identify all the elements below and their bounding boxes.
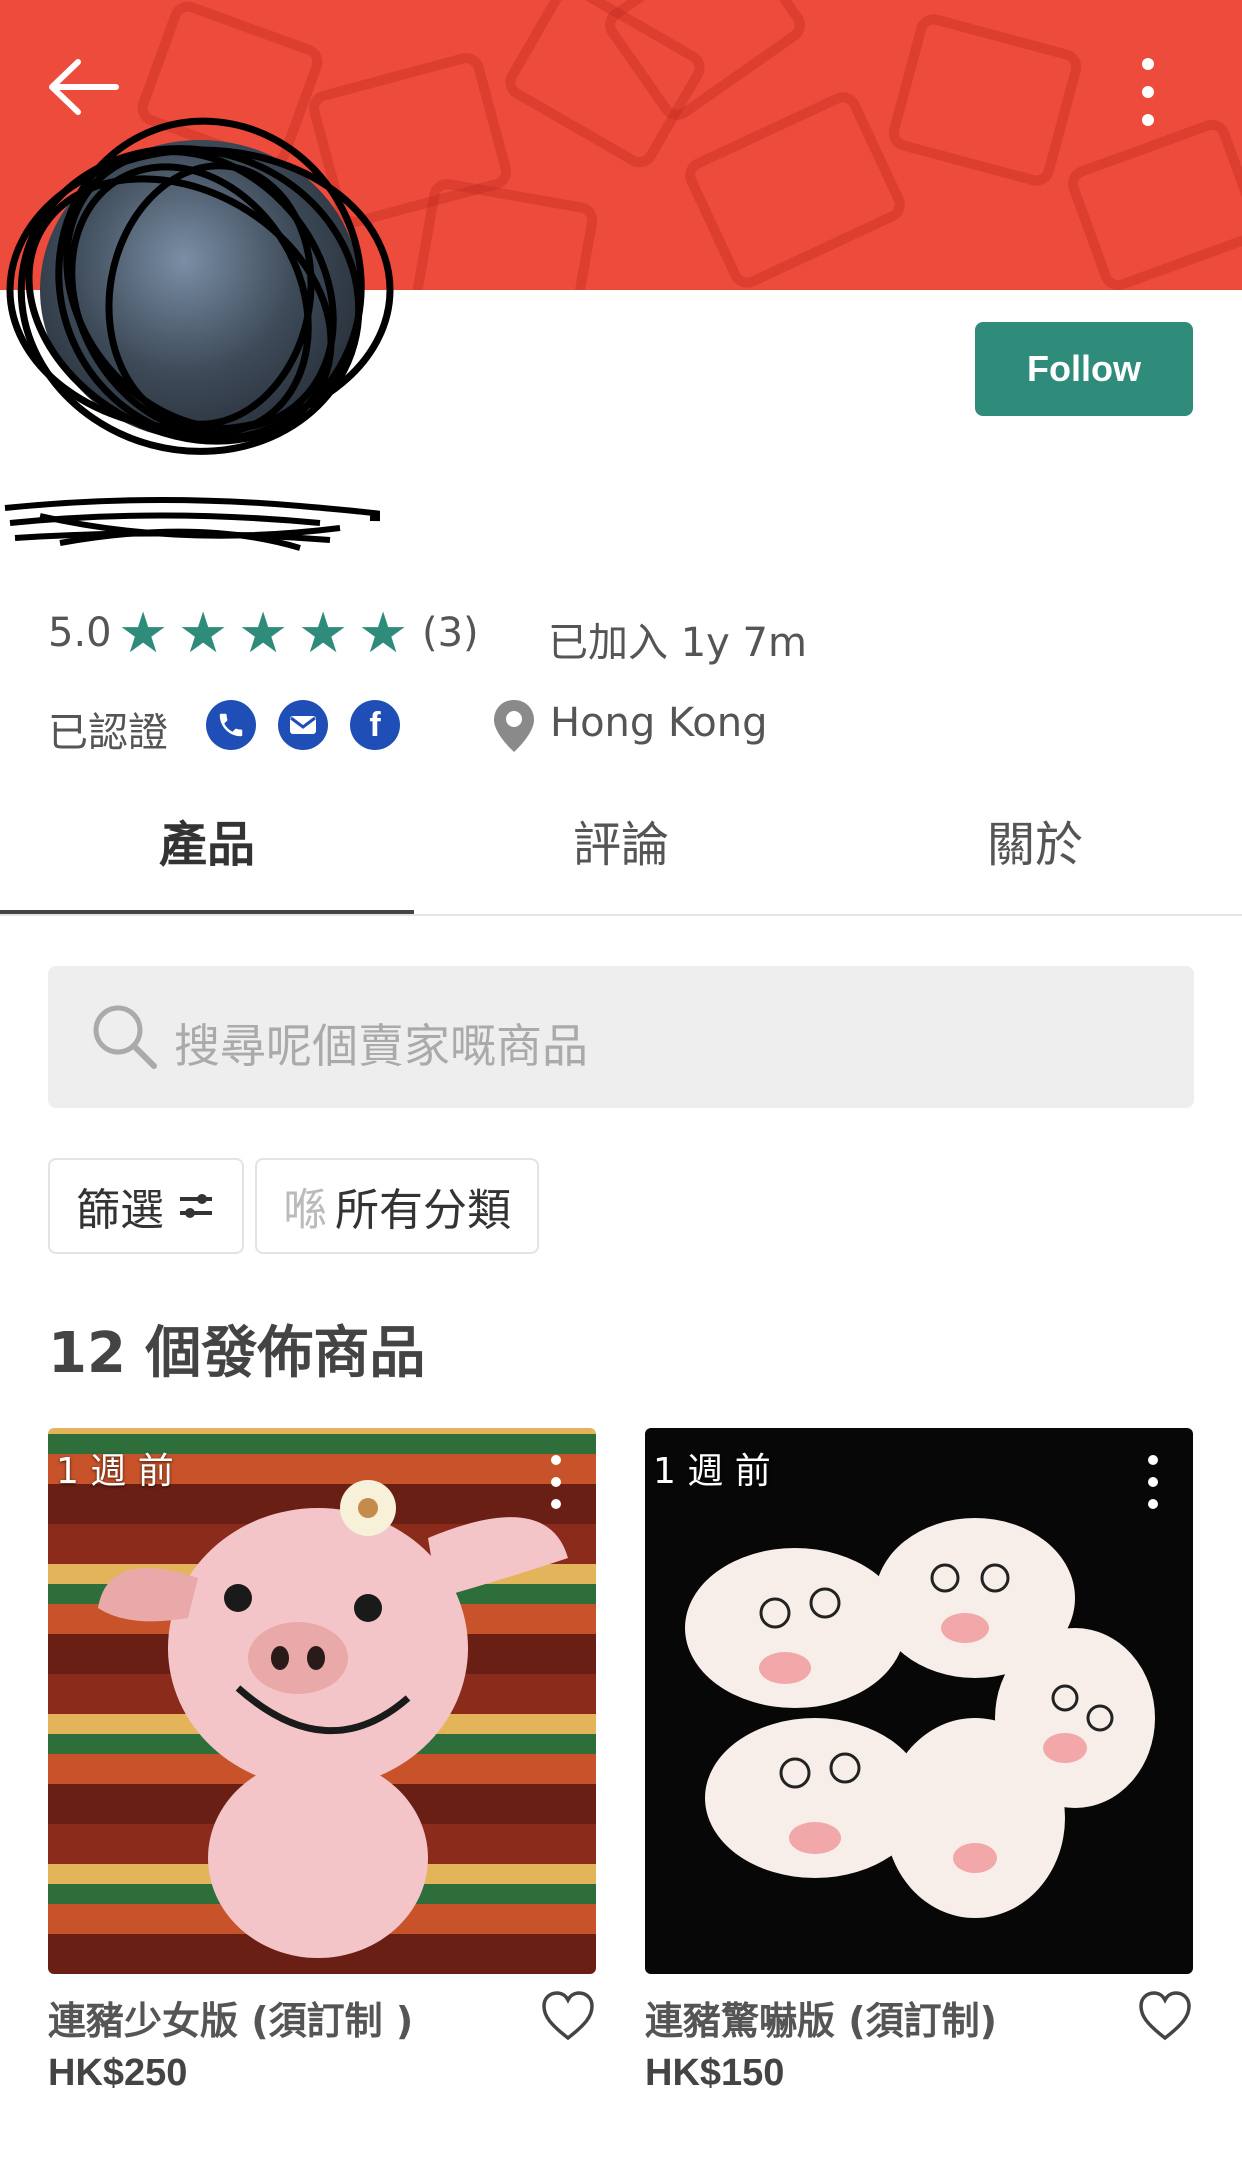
banner-pattern [884,10,1086,190]
username-redaction [4,496,380,551]
verified-label: 已認證 [48,710,168,756]
search-icon [93,1005,157,1069]
listing-time: 1 週 前 [653,1451,771,1492]
heart-icon[interactable] [1137,1990,1193,2042]
vertical-dots-icon [1142,58,1154,126]
more-options-button[interactable] [1118,52,1178,132]
product-image[interactable]: 1 週 前 [645,1428,1193,1974]
search-placeholder: 搜尋呢個賣家嘅商品 [174,1019,588,1073]
sliders-icon [180,1194,212,1218]
star-icon: ★ [238,601,289,666]
location-pin-icon [494,700,534,752]
product-title[interactable]: 連豬驚嚇版 (須訂制) [645,1990,997,2045]
card-more-icon[interactable] [546,1452,566,1512]
filter-label: 篩選 [76,1185,164,1236]
email-icon [278,700,328,750]
listing-count: 12 個發佈商品 [48,1321,426,1386]
category-prefix: 喺 [283,1185,327,1236]
rating-value: 5.0 [48,610,112,656]
tab-reviews[interactable]: 評論 [414,800,828,910]
pig-plush-image [98,1480,568,1958]
banner-pattern [679,86,911,290]
follow-button[interactable]: Follow [975,322,1193,416]
star-icon: ★ [298,601,349,666]
tab-products[interactable]: 產品 [0,800,414,910]
facebook-icon: f [350,700,400,750]
banner-pattern [410,176,600,290]
banner-pattern [1062,114,1242,290]
heart-icon[interactable] [540,1990,596,2042]
review-count[interactable]: (3) [422,610,479,656]
scribble-redaction [6,117,394,455]
phone-icon [206,700,256,750]
product-price: HK$150 [645,2052,785,2094]
listing-time: 1 週 前 [56,1451,174,1492]
pig-plush-group-image [685,1518,1155,1918]
tab-divider [0,914,1242,916]
rating-stars: ★ ★ ★ ★ ★ [118,606,414,662]
product-price: HK$250 [48,2052,188,2094]
filter-button[interactable]: 篩選 [48,1158,244,1254]
category-value: 所有分類 [335,1185,511,1236]
product-image[interactable]: 1 週 前 [48,1428,596,1974]
card-more-icon[interactable] [1143,1452,1163,1512]
star-icon: ★ [118,601,169,666]
category-dropdown[interactable]: 喺 所有分類 [255,1158,539,1254]
product-title[interactable]: 連豬少女版 (須訂制 ) [48,1990,413,2045]
location-text: Hong Kong [550,700,768,746]
star-icon: ★ [358,601,409,666]
tab-about[interactable]: 關於 [828,800,1242,910]
star-icon: ★ [178,601,229,666]
joined-duration: 已加入 1y 7m [548,620,807,666]
